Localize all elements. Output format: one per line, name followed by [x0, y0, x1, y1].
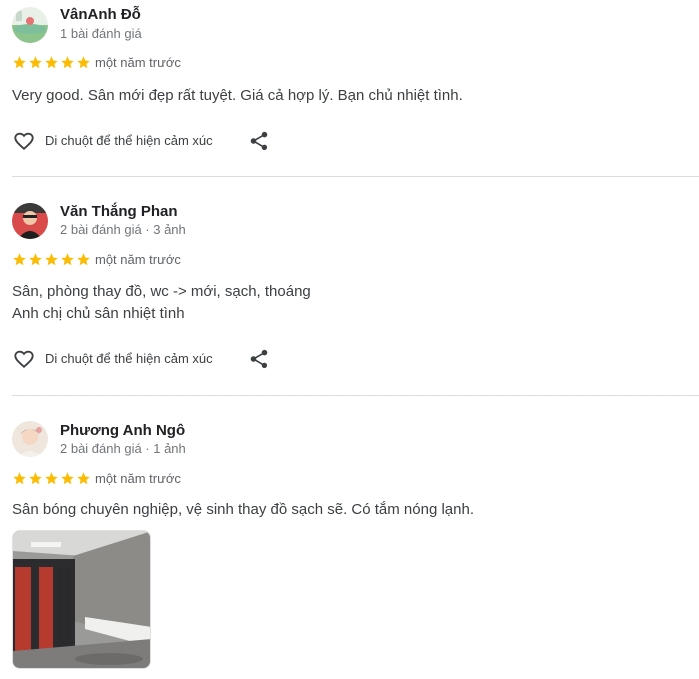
star-icon [44, 252, 59, 267]
react-label[interactable]: Di chuột để thể hiện cảm xúc [45, 351, 213, 366]
divider [12, 176, 699, 177]
reviewer-name[interactable]: Phương Anh Ngô [60, 422, 185, 439]
star-icon [12, 55, 27, 70]
star-rating [12, 471, 91, 486]
share-icon[interactable] [248, 129, 270, 153]
star-icon [28, 471, 43, 486]
star-rating [12, 55, 91, 70]
avatar[interactable] [12, 203, 48, 239]
reviewer-name[interactable]: Văn Thắng Phan [60, 203, 178, 220]
share-icon[interactable] [248, 347, 270, 371]
review-actions: Di chuột để thể hiện cảm xúc [12, 348, 272, 372]
review-date: một năm trước [95, 55, 181, 70]
star-icon [76, 471, 91, 486]
review-photo[interactable] [12, 530, 151, 669]
star-icon [76, 252, 91, 267]
star-icon [12, 471, 27, 486]
star-icon [60, 55, 75, 70]
review-date: một năm trước [95, 471, 181, 486]
avatar-image [12, 7, 48, 43]
reviewer-meta[interactable]: 1 bài đánh giá [60, 26, 142, 41]
review-text-line: Sân, phòng thay đồ, wc -> mới, sạch, tho… [12, 283, 311, 300]
review-text-line: Very good. Sân mới đẹp rất tuyệt. Giá cả… [12, 87, 463, 104]
review-text: Sân, phòng thay đồ, wc -> mới, sạch, tho… [12, 281, 682, 325]
star-icon [28, 55, 43, 70]
star-icon [44, 471, 59, 486]
avatar-image [12, 421, 48, 457]
review-text: Very good. Sân mới đẹp rất tuyệt. Giá cả… [12, 85, 682, 107]
reviewer-name[interactable]: VânAnh Đỗ [60, 6, 141, 23]
star-icon [44, 55, 59, 70]
review-text-line: Anh chị chủ sân nhiệt tình [12, 305, 185, 322]
star-icon [28, 252, 43, 267]
star-icon [60, 252, 75, 267]
react-label[interactable]: Di chuột để thể hiện cảm xúc [45, 133, 213, 148]
star-rating [12, 252, 91, 267]
review-date: một năm trước [95, 252, 181, 267]
star-icon [60, 471, 75, 486]
review-text: Sân bóng chuyên nghiệp, vệ sinh thay đồ … [12, 499, 682, 521]
avatar[interactable] [12, 421, 48, 457]
reviewer-meta[interactable]: 2 bài đánh giá · 3 ảnh [60, 222, 186, 237]
review-actions: Di chuột để thể hiện cảm xúc [12, 130, 272, 154]
divider [12, 395, 699, 396]
avatar[interactable] [12, 7, 48, 43]
avatar-image [12, 203, 48, 239]
review-text-line: Sân bóng chuyên nghiệp, vệ sinh thay đồ … [12, 501, 474, 518]
restroom-photo [13, 531, 150, 668]
reviewer-meta[interactable]: 2 bài đánh giá · 1 ảnh [60, 441, 186, 456]
heart-outline-icon[interactable] [12, 348, 36, 370]
heart-outline-icon[interactable] [12, 130, 36, 152]
star-icon [12, 252, 27, 267]
star-icon [76, 55, 91, 70]
